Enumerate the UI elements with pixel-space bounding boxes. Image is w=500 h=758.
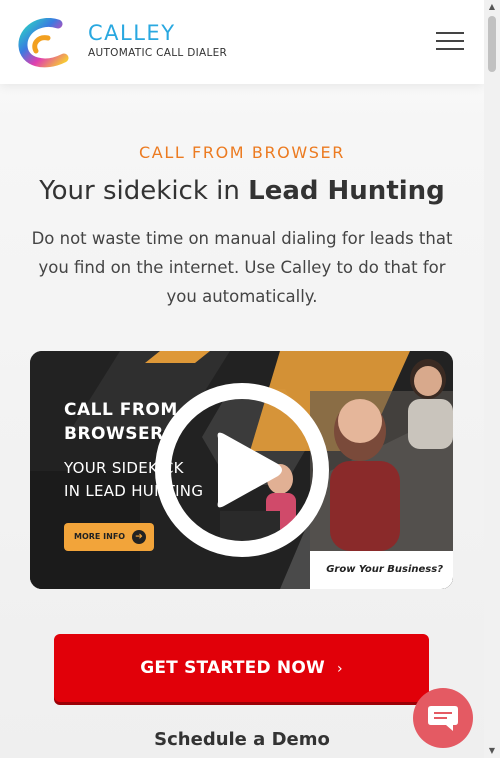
schedule-demo-link[interactable]: Schedule a Demo bbox=[0, 729, 484, 750]
headline-prefix: Your sidekick in bbox=[39, 176, 249, 206]
get-started-button[interactable]: GET STARTED NOW › bbox=[54, 634, 429, 702]
chat-widget-button[interactable] bbox=[413, 688, 473, 748]
section-eyebrow: CALL FROM BROWSER bbox=[139, 143, 345, 162]
brand[interactable]: CALLEY AUTOMATIC CALL DIALER bbox=[88, 22, 227, 59]
brand-name: CALLEY bbox=[88, 21, 176, 45]
calley-logo-icon[interactable] bbox=[18, 18, 70, 68]
scroll-thumb[interactable] bbox=[488, 16, 496, 72]
scrollbar[interactable]: ▲ ▼ bbox=[484, 0, 500, 758]
arrow-right-icon: ➔ bbox=[132, 530, 146, 544]
chat-bubble-icon bbox=[428, 706, 458, 731]
video-tagline: Grow Your Business? bbox=[310, 551, 453, 589]
headline-bold: Lead Hunting bbox=[248, 176, 445, 206]
hero-description: Do not waste time on manual dialing for … bbox=[31, 229, 453, 306]
chevron-right-icon: › bbox=[336, 661, 343, 677]
site-header: CALLEY AUTOMATIC CALL DIALER bbox=[0, 0, 484, 84]
page: CALLEY AUTOMATIC CALL DIALER CALL FROM B… bbox=[0, 0, 484, 758]
get-started-label: GET STARTED NOW bbox=[140, 658, 325, 678]
scroll-up-arrow-icon[interactable]: ▲ bbox=[484, 0, 500, 14]
hamburger-menu-icon[interactable] bbox=[436, 32, 464, 54]
more-info-badge: MORE INFO ➔ bbox=[64, 523, 154, 551]
scroll-down-arrow-icon[interactable]: ▼ bbox=[484, 744, 500, 758]
video-player[interactable]: CALL FROM BROWSER YOUR SIDEKICK IN LEAD … bbox=[30, 351, 453, 589]
more-info-label: MORE INFO bbox=[74, 532, 126, 541]
page-title: Your sidekick in Lead Hunting bbox=[0, 176, 484, 206]
play-icon[interactable] bbox=[154, 382, 330, 558]
brand-tagline: AUTOMATIC CALL DIALER bbox=[88, 47, 228, 59]
